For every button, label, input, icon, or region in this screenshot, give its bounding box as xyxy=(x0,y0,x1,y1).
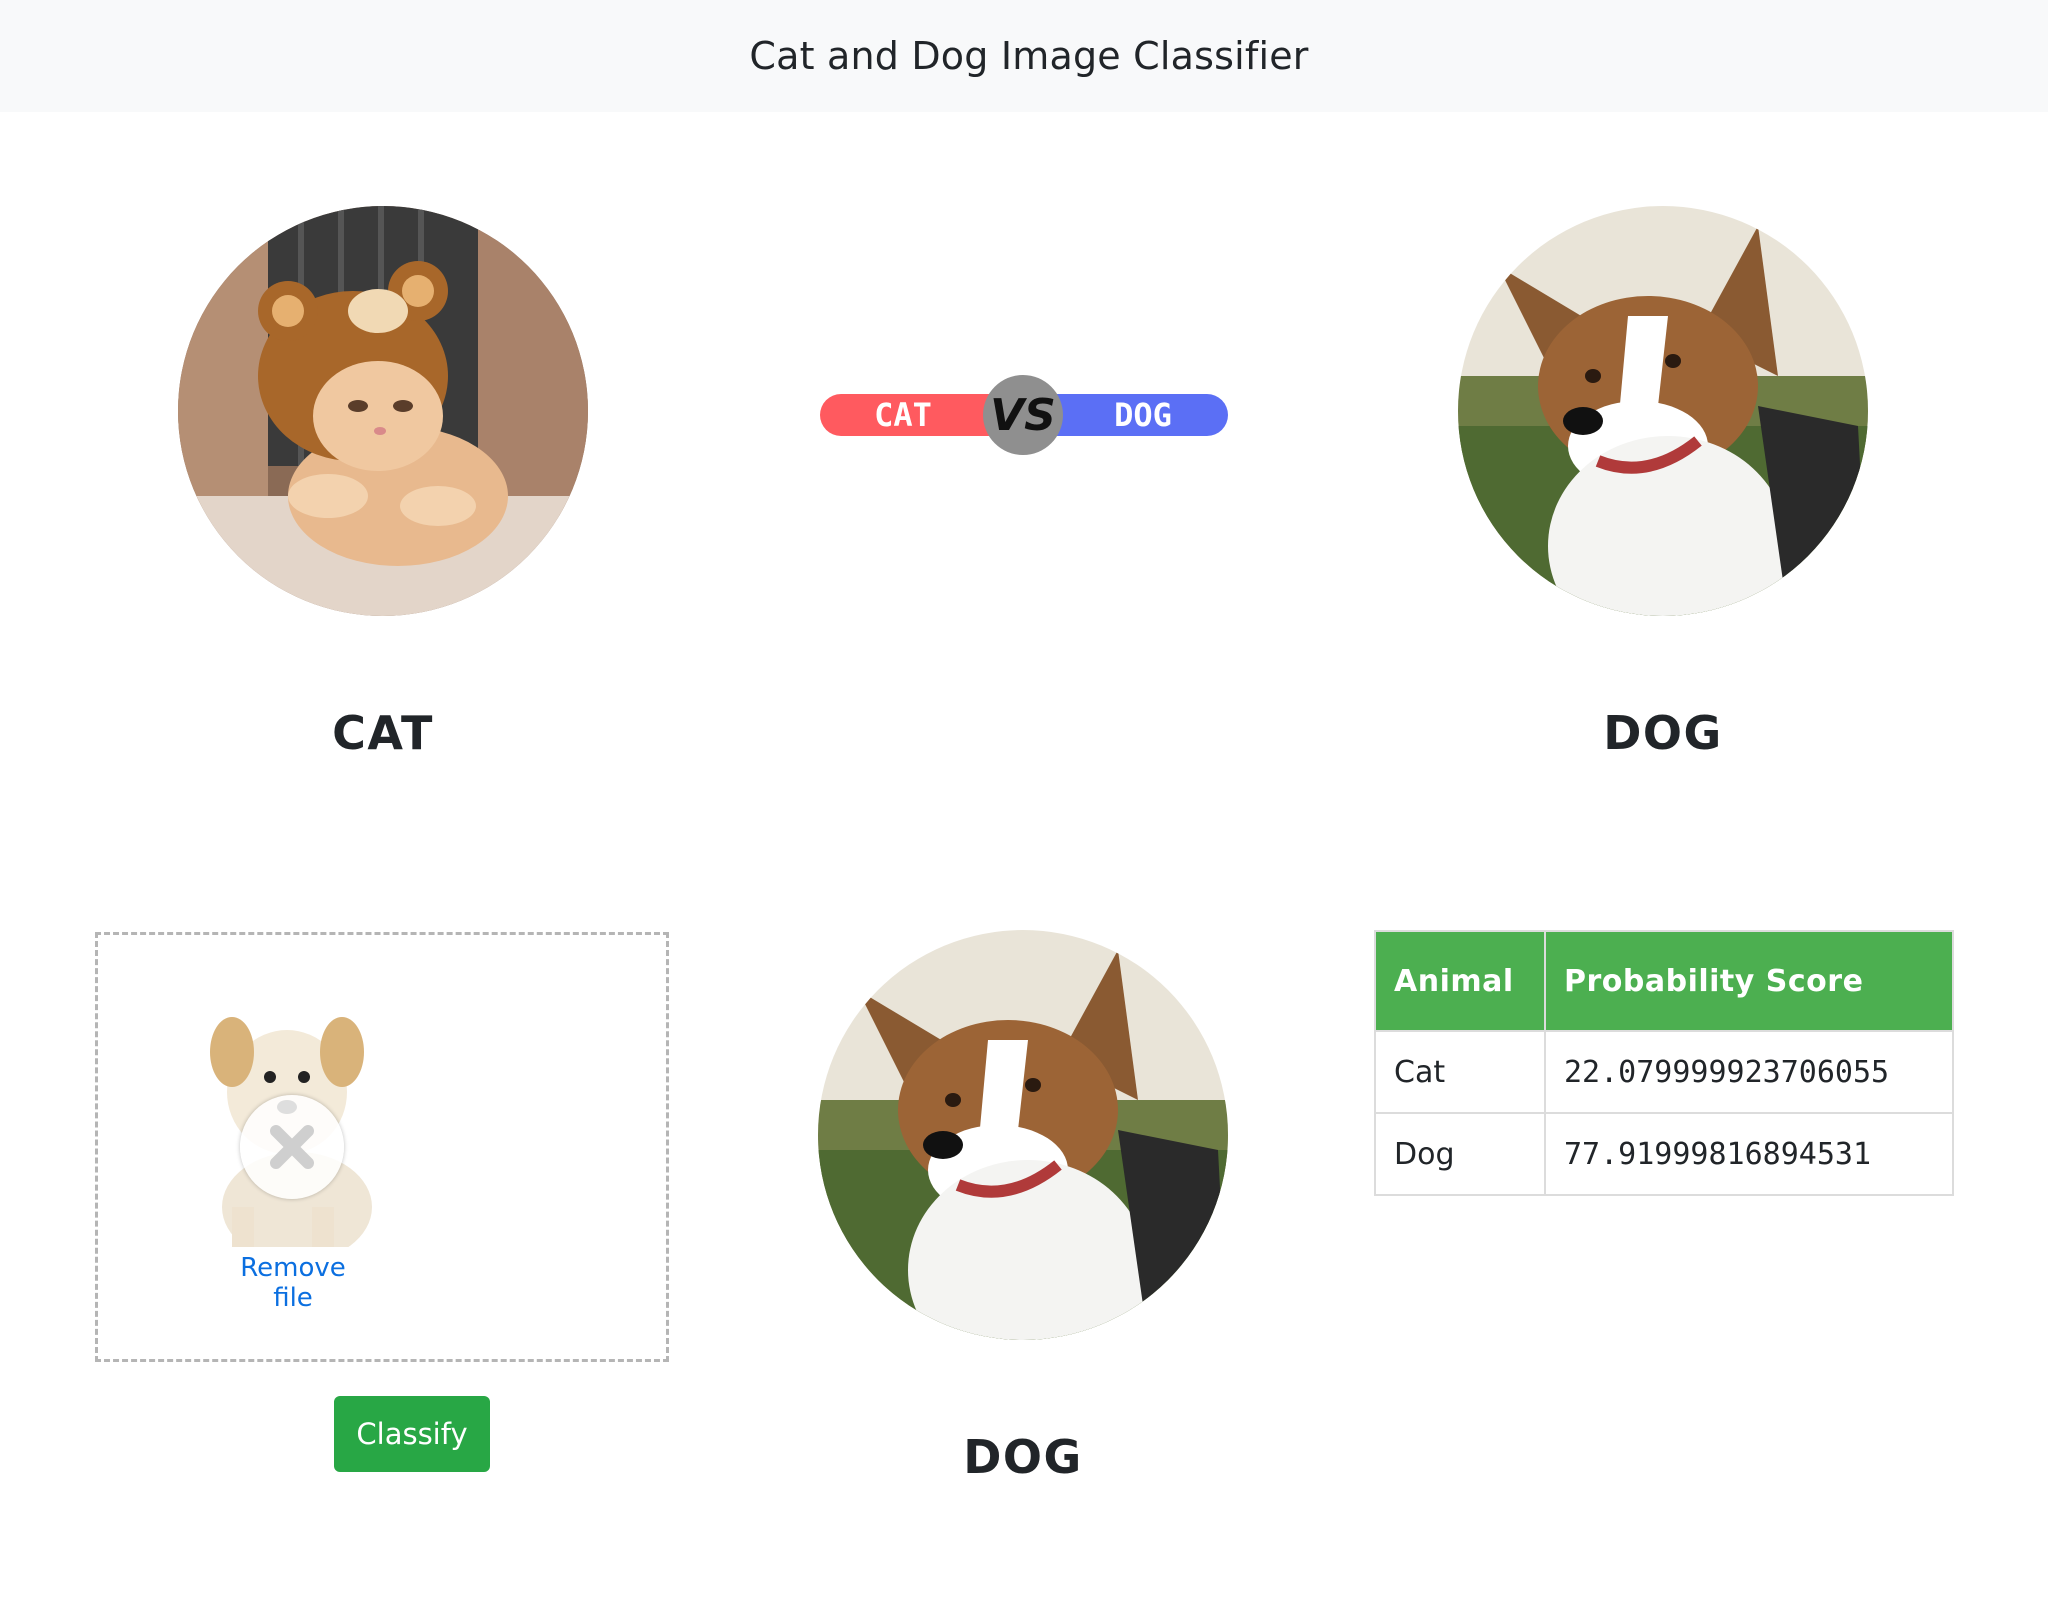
dog-label: DOG xyxy=(1603,706,1723,760)
cell-animal: Dog xyxy=(1374,1112,1546,1196)
cat-vs-dog-banner: CAT VS DOG xyxy=(820,375,1228,455)
banner-cat-text: CAT xyxy=(874,396,932,434)
banner-dog-text: DOG xyxy=(1114,396,1172,434)
remove-file-link[interactable]: Remove file xyxy=(218,1253,368,1313)
cell-animal: Cat xyxy=(1374,1030,1546,1114)
table-row: Dog 77.91999816894531 xyxy=(1374,1112,1954,1196)
table-header-row: Animal Probability Score xyxy=(1374,930,1954,1032)
predicted-image xyxy=(818,930,1228,1340)
upload-dropzone[interactable]: Remove file xyxy=(95,932,669,1362)
cat-image xyxy=(178,206,588,616)
dog-image xyxy=(1458,206,1868,616)
table-row: Cat 22.079999923706055 xyxy=(1374,1030,1954,1114)
prediction-label: DOG xyxy=(963,1430,1083,1484)
classify-button[interactable]: Classify xyxy=(334,1396,490,1472)
banner-vs-text: VS xyxy=(990,390,1056,441)
results-table: Animal Probability Score Cat 22.07999992… xyxy=(1374,930,1954,1196)
column-header-probability: Probability Score xyxy=(1544,930,1954,1032)
navbar: Cat and Dog Image Classifier xyxy=(0,0,2048,112)
page-title: Cat and Dog Image Classifier xyxy=(749,34,1309,78)
cell-score: 77.91999816894531 xyxy=(1544,1112,1954,1196)
cat-label: CAT xyxy=(332,706,434,760)
column-header-animal: Animal xyxy=(1374,930,1546,1032)
cell-score: 22.079999923706055 xyxy=(1544,1030,1954,1114)
remove-file-icon[interactable] xyxy=(240,1095,344,1199)
